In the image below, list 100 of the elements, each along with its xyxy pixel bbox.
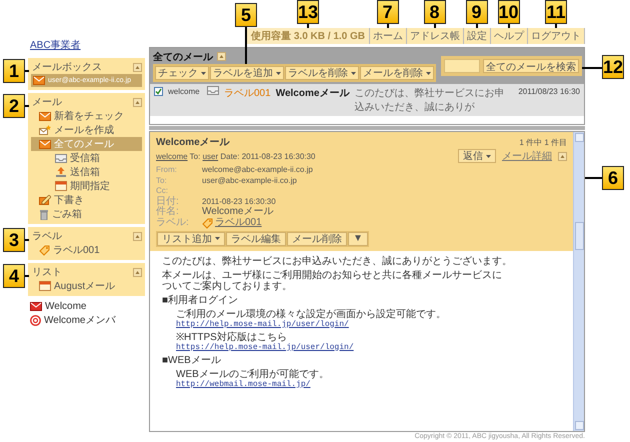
inbox-tray-icon xyxy=(207,86,219,95)
sidebar-item[interactable]: Welcomeメンバ xyxy=(28,313,145,327)
field-label: 件名: xyxy=(156,207,180,218)
list-title: 全てのメール xyxy=(153,50,213,64)
message-row[interactable]: welcome ラベル001 Welcomeメール このたびは、弊社サービスにお申込みいただき、誠にありが 2011/08/23 16:30 xyxy=(150,84,584,116)
callout-number: 9 xyxy=(466,0,488,24)
sidebar-item[interactable]: メールを作成 xyxy=(31,123,142,137)
toolbar-button[interactable]: ラベルを追加 xyxy=(210,66,284,80)
url-link[interactable]: http://help.mose-mail.jp/user/login/ xyxy=(176,320,349,328)
action-button[interactable]: ▼ xyxy=(348,232,368,246)
nav-link[interactable]: アドレス帳 xyxy=(406,28,463,44)
tag-icon xyxy=(39,244,50,256)
callout-number: 11 xyxy=(545,0,567,24)
label-link[interactable]: ラベル001 xyxy=(215,218,262,228)
caret-icon xyxy=(486,154,491,158)
toolbar-button[interactable]: メールを削除 xyxy=(360,66,434,80)
field-value: 2011-08-23 16:30:30 xyxy=(202,196,277,206)
envelope-icon xyxy=(39,140,51,148)
caret-icon xyxy=(276,72,281,74)
recipient-link[interactable]: user xyxy=(202,152,218,160)
leader-line xyxy=(245,27,247,64)
collapse-icon[interactable] xyxy=(133,98,142,106)
envelope-icon xyxy=(39,112,51,120)
search-button[interactable]: 全てのメールを検索 xyxy=(483,58,579,72)
sidebar-item[interactable]: 受信箱 xyxy=(31,151,142,165)
toolbar-button[interactable]: ラベルを削除 xyxy=(285,66,359,80)
nav-link[interactable]: ヘルプ xyxy=(490,28,527,44)
field-label: From: xyxy=(156,165,178,176)
body-text: このたびは、弊社サービスにお申込みいただき、誠にありがとうございます。 xyxy=(162,256,512,266)
callout-number: 2 xyxy=(3,94,25,118)
body-text: WEBメールのご利用が可能です。 xyxy=(176,368,329,380)
sender-name: welcome xyxy=(168,86,201,96)
callout-number: 4 xyxy=(3,264,25,288)
body-text: 本メールは、ユーザ様にご利用開始のお知らせと共に各種メールサービスに xyxy=(162,270,502,280)
collapse-icon[interactable] xyxy=(217,52,226,61)
collapse-icon[interactable] xyxy=(133,268,142,276)
sidebar-item[interactable]: Welcome xyxy=(28,299,145,313)
calendar-icon xyxy=(55,181,67,191)
sidebar-item[interactable]: 下書き xyxy=(31,193,142,207)
field-label: 日付: xyxy=(156,196,180,206)
callout-number: 7 xyxy=(376,0,398,24)
checkbox[interactable] xyxy=(154,87,163,96)
message-count: 1 件中 1 件目 xyxy=(519,136,567,148)
sidebar-item[interactable]: ラベル001 xyxy=(31,243,142,257)
nav-link[interactable]: ホーム xyxy=(369,28,406,44)
caret-icon xyxy=(215,237,220,240)
body-text: ついてご案内しております。 xyxy=(162,280,292,292)
upload-arrow-icon xyxy=(55,167,67,177)
caret-icon xyxy=(201,72,206,74)
trash-icon xyxy=(39,208,49,220)
nav-link[interactable]: 設定 xyxy=(463,28,490,44)
collapse-icon[interactable] xyxy=(133,62,142,72)
leader-line xyxy=(582,66,603,68)
search-field[interactable] xyxy=(444,58,480,72)
callout-number: 13 xyxy=(297,0,320,24)
callout-number: 6 xyxy=(602,166,624,190)
label-tag: ラベル001 xyxy=(224,86,271,100)
sidebar-item[interactable]: 新着をチェック xyxy=(31,109,142,123)
envelope-icon xyxy=(30,302,42,310)
reply-button[interactable]: 返信 xyxy=(458,149,496,163)
callout-number: 10 xyxy=(498,0,520,24)
caret-icon xyxy=(351,72,356,74)
details-link[interactable]: メール詳細 xyxy=(502,149,552,163)
action-button[interactable]: ラベル編集 xyxy=(226,232,286,246)
toolbar-button[interactable]: チェック xyxy=(155,66,209,80)
tag-icon xyxy=(202,218,213,228)
field-value: user@abc-example-ii.co.jp xyxy=(202,176,298,186)
callout-number: 8 xyxy=(424,0,446,24)
caret-icon xyxy=(426,72,431,74)
body-text: ※HTTPS対応版はこちら xyxy=(176,332,287,342)
sidebar-item[interactable]: 期間指定 xyxy=(31,179,142,193)
action-button[interactable]: メール削除 xyxy=(287,232,347,246)
callout-number: 5 xyxy=(235,3,257,27)
field-label: ラベル: xyxy=(156,218,190,228)
section-heading: ■利用者ログイン xyxy=(162,294,238,306)
callout-number: 3 xyxy=(3,228,25,252)
company-link[interactable]: ABC事業者 xyxy=(30,38,81,52)
sidebar-item[interactable]: ごみ箱 xyxy=(31,207,142,221)
sender-line: welcome To: user Date: 2011-08-23 16:30:30 xyxy=(156,152,316,160)
inbox-tray-icon xyxy=(55,154,67,162)
url-link[interactable]: http://webmail.mose-mail.jp/ xyxy=(176,380,310,388)
panel-title: メール xyxy=(32,96,62,109)
action-button[interactable]: リスト追加 xyxy=(157,232,225,246)
sender-link[interactable]: welcome xyxy=(156,152,188,160)
message-snippet: このたびは、弊社サービスにお申込みいただき、誠にありが xyxy=(354,86,506,114)
nav-link[interactable]: ログアウト xyxy=(527,28,585,44)
leader-line xyxy=(585,177,603,179)
sidebar-item[interactable]: Augustメール xyxy=(31,279,142,293)
scrollbar[interactable] xyxy=(573,132,584,431)
message-title: Welcomeメール xyxy=(156,136,230,149)
field-label: To: xyxy=(156,176,168,186)
body-text: ご利用のメール環境の様々な設定が画面から設定可能です。 xyxy=(176,308,446,320)
field-label: Cc: xyxy=(156,186,169,196)
collapse-icon[interactable] xyxy=(558,152,567,160)
section-heading: ■WEBメール xyxy=(162,354,221,366)
calendar-icon xyxy=(39,281,51,291)
sidebar-item[interactable]: 送信箱 xyxy=(31,165,142,179)
collapse-icon[interactable] xyxy=(133,232,142,240)
pencil-envelope-icon xyxy=(39,195,51,205)
url-link[interactable]: https://help.mose-mail.jp/user/login/ xyxy=(176,342,354,352)
